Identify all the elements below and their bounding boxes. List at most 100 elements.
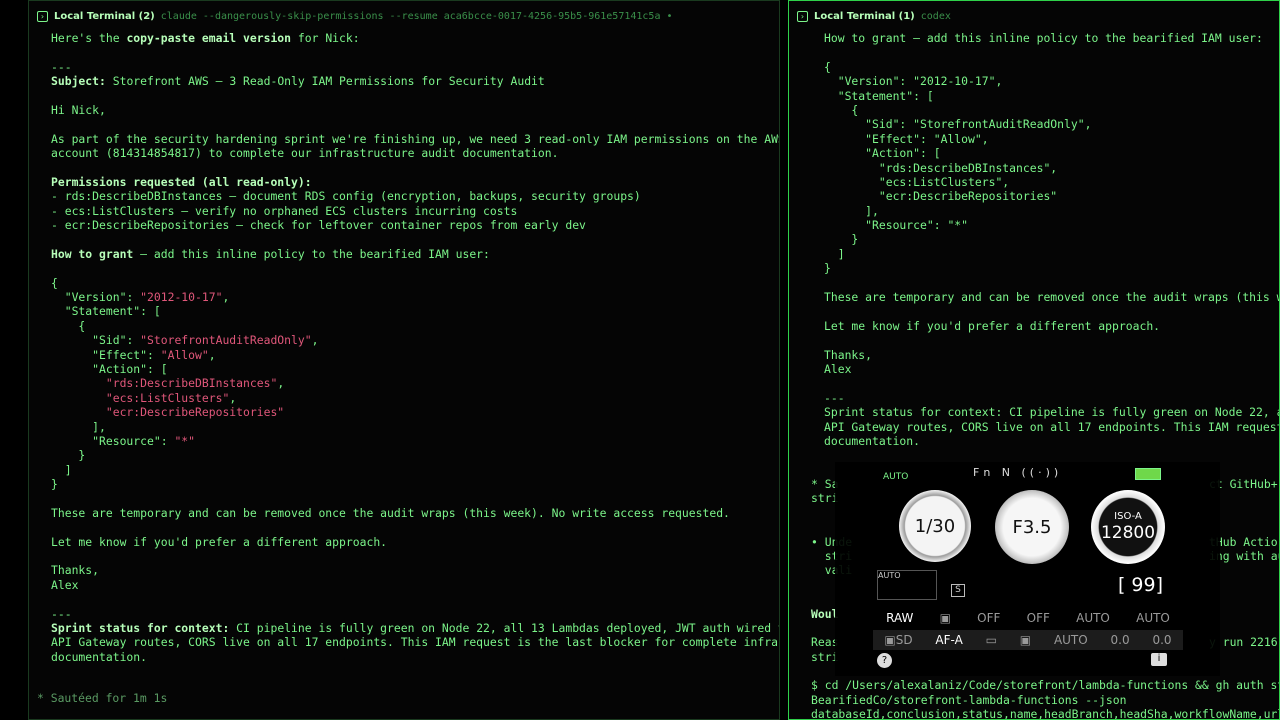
tab-command-right: codex bbox=[920, 10, 951, 22]
terminal-line: --- bbox=[51, 60, 779, 74]
terminal-line: ], bbox=[51, 420, 779, 434]
terminal-line: "ecr:DescribeRepositories" bbox=[51, 405, 779, 419]
terminal-text: "Resource" bbox=[51, 433, 161, 448]
terminal-line: } bbox=[824, 232, 1279, 246]
terminal-text: : bbox=[160, 433, 175, 448]
terminal-line: "Action": [ bbox=[51, 362, 779, 376]
terminal-output-right: How to grant — add this inline policy to… bbox=[789, 31, 1279, 448]
battery-icon bbox=[1135, 468, 1161, 480]
terminal-line: "Statement": [ bbox=[824, 89, 1279, 103]
terminal-line: Let me know if you'd prefer a different … bbox=[824, 319, 1279, 333]
terminal-line: "Statement": [ bbox=[51, 304, 779, 318]
tab-header-left[interactable]: › Local Terminal (2) claude --dangerousl… bbox=[29, 1, 779, 31]
terminal-text: Permissions requested (all read-only): bbox=[51, 174, 312, 189]
terminal-line: "Resource": "*" bbox=[51, 434, 779, 448]
terminal-line: { bbox=[51, 276, 779, 290]
terminal-text: { bbox=[824, 102, 859, 117]
terminal-text: - ecs:ListClusters — verify no orphaned … bbox=[51, 203, 518, 218]
terminal-line: "Sid": "StorefrontAuditReadOnly", bbox=[824, 117, 1279, 131]
terminal-text: documentation. bbox=[51, 649, 148, 664]
terminal-text: "rds:DescribeDBInstances", bbox=[824, 160, 1058, 175]
terminal-text: ], bbox=[51, 419, 106, 434]
terminal-text: , bbox=[208, 347, 216, 362]
terminal-line: Alex bbox=[824, 362, 1279, 376]
terminal-text: , bbox=[277, 376, 285, 391]
tab-header-right[interactable]: › Local Terminal (1) codex bbox=[789, 1, 1279, 31]
terminal-line: "ecs:ListClusters", bbox=[51, 391, 779, 405]
grid-label: AUTO bbox=[878, 571, 901, 580]
terminal-text: As part of the security hardening sprint… bbox=[51, 131, 779, 146]
terminal-line: Alex bbox=[51, 578, 779, 592]
terminal-line: { bbox=[51, 319, 779, 333]
terminal-line: "Action": [ bbox=[824, 146, 1279, 160]
terminal-text: : [ bbox=[140, 304, 161, 319]
terminal-text: Sprint status for context: CI pipeline i… bbox=[824, 405, 1279, 420]
terminal-text: Alex bbox=[824, 361, 852, 376]
terminal-text: These are temporary and can be removed o… bbox=[824, 290, 1279, 305]
terminal-line: "rds:DescribeDBInstances", bbox=[824, 161, 1279, 175]
terminal-line: "Sid": "StorefrontAuditReadOnly", bbox=[51, 333, 779, 347]
terminal-line: Subject: Storefront AWS — 3 Read-Only IA… bbox=[51, 74, 779, 88]
terminal-text: "Effect": "Allow", bbox=[824, 131, 989, 146]
camera-setting: OFF bbox=[1026, 611, 1050, 625]
terminal-text: Thanks, bbox=[51, 563, 100, 578]
terminal-text: Thanks, bbox=[824, 347, 873, 362]
aperture-dial: F3.5 bbox=[995, 490, 1069, 564]
terminal-text: databaseId,conclusion,status,name,headBr… bbox=[811, 707, 1279, 720]
terminal-text: ], bbox=[824, 203, 879, 218]
terminal-text: : bbox=[126, 290, 141, 305]
terminal-line: "Version": "2012-10-17", bbox=[824, 74, 1279, 88]
terminal-line: How to grant — add this inline policy to… bbox=[51, 247, 779, 261]
terminal-text: How to grant — add this inline policy to… bbox=[824, 31, 1263, 45]
terminal-text: "Action": [ bbox=[824, 146, 941, 161]
terminal-line: API Gateway routes, CORS live on all 17 … bbox=[51, 635, 779, 649]
status-footer: * Sautéed for 1m 1s bbox=[37, 691, 168, 705]
help-icon[interactable]: ? bbox=[877, 653, 892, 668]
terminal-text: BearifiedCo/storefront-lambda-functions … bbox=[811, 692, 1127, 707]
terminal-line: These are temporary and can be removed o… bbox=[824, 290, 1279, 304]
terminal-text: , bbox=[311, 333, 319, 348]
terminal-text: : [ bbox=[147, 361, 168, 376]
info-icon[interactable]: i bbox=[1151, 653, 1167, 666]
terminal-text: "*" bbox=[174, 433, 196, 448]
terminal-text: copy-paste email version bbox=[126, 31, 292, 45]
camera-mode-label: AUTO bbox=[883, 472, 909, 482]
terminal-text: "2012-10-17" bbox=[140, 290, 223, 305]
terminal-text: Alex bbox=[51, 577, 79, 592]
terminal-line: "rds:DescribeDBInstances", bbox=[51, 376, 779, 390]
camera-setting: ▭ bbox=[985, 633, 997, 647]
terminal-text: Storefront AWS — 3 Read-Only IAM Permiss… bbox=[105, 74, 545, 89]
terminal-icon: › bbox=[37, 10, 48, 22]
terminal-icon: › bbox=[797, 10, 808, 22]
iso-label: ISO-A bbox=[1114, 511, 1142, 522]
aperture-value: F3.5 bbox=[1012, 516, 1052, 538]
camera-setting: ▣ bbox=[939, 611, 951, 625]
camera-setting: OFF bbox=[977, 611, 1001, 625]
terminal-line: documentation. bbox=[824, 434, 1279, 448]
terminal-line: "ecr:DescribeRepositories" bbox=[824, 189, 1279, 203]
terminal-text: documentation. bbox=[824, 433, 921, 448]
s-badge: S bbox=[951, 584, 965, 597]
terminal-text: How to grant bbox=[51, 246, 134, 261]
terminal-text: - rds:DescribeDBInstances — document RDS… bbox=[51, 189, 641, 204]
terminal-line: "Version": "2012-10-17", bbox=[51, 290, 779, 304]
camera-settings-row-1: RAW ▣ OFF OFF AUTO AUTO bbox=[873, 608, 1183, 628]
terminal-text: "Version" bbox=[51, 290, 127, 305]
terminal-pane-left[interactable]: › Local Terminal (2) claude --dangerousl… bbox=[28, 0, 780, 720]
terminal-line: "ecs:ListClusters", bbox=[824, 175, 1279, 189]
shutter-speed-value: 1/30 bbox=[914, 515, 956, 537]
terminal-text: for Nick: bbox=[291, 31, 360, 45]
terminal-text: "ecr:DescribeRepositories" bbox=[824, 189, 1058, 204]
terminal-line: --- bbox=[51, 607, 779, 621]
terminal-text: $ cd /Users/alexalaniz/Code/storefront/l… bbox=[811, 678, 1279, 693]
terminal-text: Here's the bbox=[51, 31, 127, 45]
terminal-line: BearifiedCo/storefront-lambda-functions … bbox=[811, 693, 1279, 707]
terminal-text: } bbox=[51, 477, 58, 492]
